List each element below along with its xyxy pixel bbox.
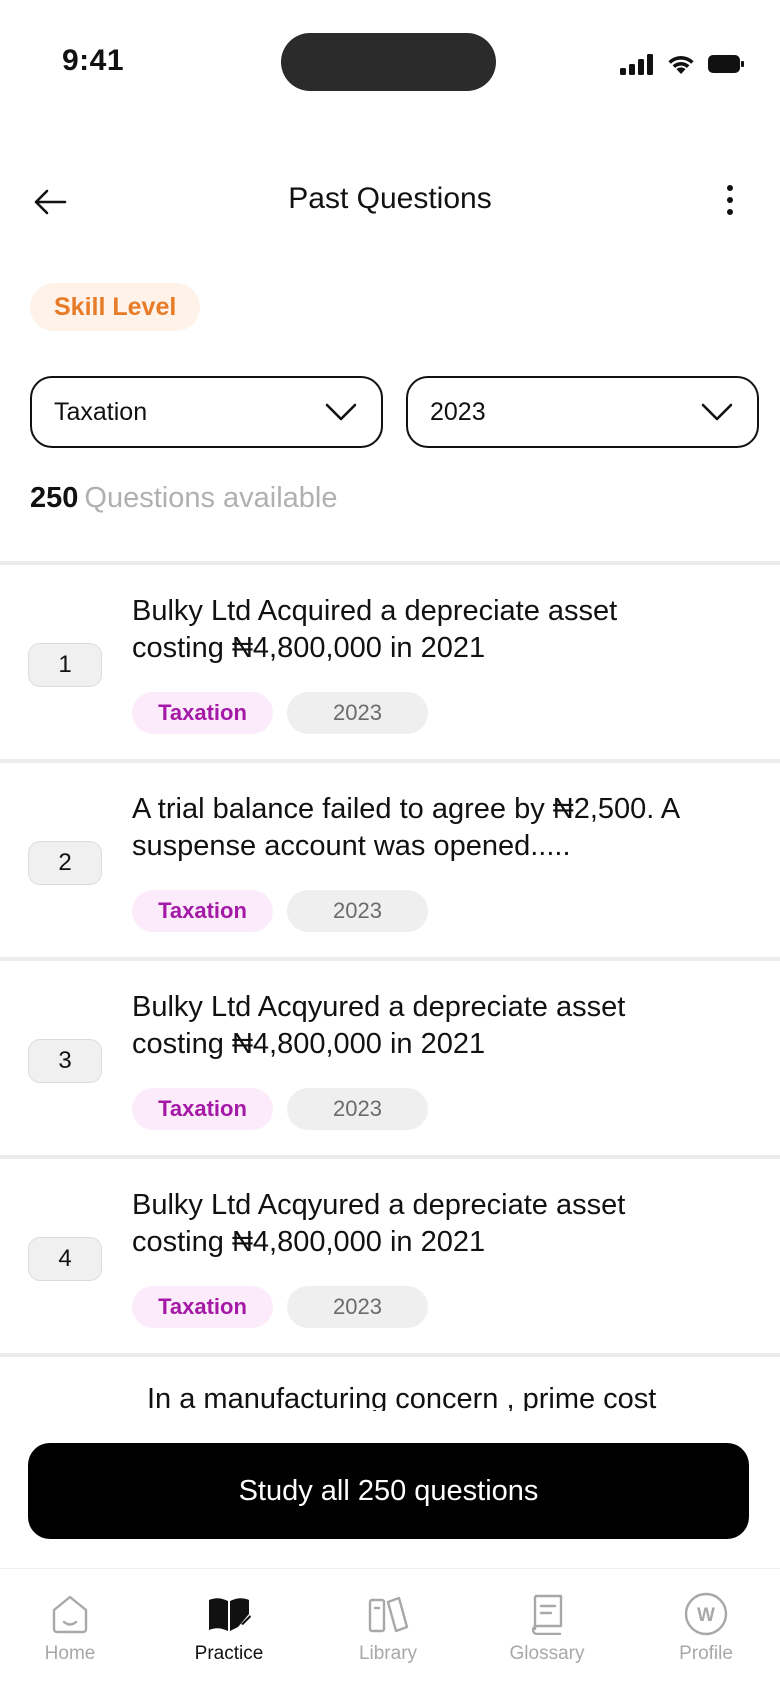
tab-label: Practice — [194, 1643, 264, 1664]
questions-count-number: 250 — [30, 482, 79, 514]
questions-count-text: Questions available — [84, 482, 338, 514]
more-options-button[interactable] — [720, 178, 740, 222]
tab-library[interactable]: Library — [323, 1569, 453, 1682]
tab-profile[interactable]: W Profile — [641, 1569, 771, 1682]
subject-tag: Taxation — [132, 890, 273, 932]
subject-dropdown[interactable]: Taxation — [30, 376, 383, 448]
year-tag: 2023 — [287, 1286, 428, 1328]
questions-list: 1 Bulky Ltd Acquired a depreciate asset … — [0, 561, 780, 1411]
questions-count: 250 Questions available — [30, 482, 338, 515]
question-text: In a manufacturing concern , prime cost — [147, 1383, 657, 1411]
glossary-icon — [531, 1594, 563, 1635]
subject-tag: Taxation — [132, 692, 273, 734]
home-icon — [52, 1595, 88, 1634]
question-item[interactable]: 2 A trial balance failed to agree by ₦2,… — [0, 763, 780, 957]
subject-dropdown-value: Taxation — [54, 397, 148, 426]
question-item[interactable]: 1 Bulky Ltd Acquired a depreciate asset … — [0, 565, 780, 759]
question-text: Bulky Ltd Acquired a depreciate asset co… — [132, 595, 618, 664]
year-dropdown-value: 2023 — [430, 397, 486, 426]
study-all-button[interactable]: Study all 250 questions — [28, 1443, 749, 1539]
question-text: Bulky Ltd Acqyured a depreciate asset co… — [132, 991, 626, 1060]
question-tags: Taxation 2023 — [132, 1286, 428, 1328]
question-tags: Taxation 2023 — [132, 890, 428, 932]
more-vertical-icon — [727, 185, 733, 215]
tab-label: Profile — [679, 1643, 733, 1664]
question-number: 3 — [28, 1039, 102, 1083]
tab-label: Library — [358, 1643, 418, 1664]
page-title: Past Questions — [288, 182, 492, 215]
question-number: 1 — [28, 643, 102, 687]
question-text: A trial balance failed to agree by ₦2,50… — [132, 793, 681, 862]
tab-practice[interactable]: Practice — [164, 1569, 294, 1682]
battery-icon — [708, 55, 744, 73]
avatar-letter: W — [697, 1605, 715, 1626]
year-tag: 2023 — [287, 1088, 428, 1130]
question-number: 2 — [28, 841, 102, 885]
tab-label: Glossary — [509, 1643, 585, 1664]
question-number: 4 — [28, 1237, 102, 1281]
question-item[interactable]: In a manufacturing concern , prime cost — [0, 1357, 780, 1411]
tab-glossary[interactable]: Glossary — [482, 1569, 612, 1682]
year-tag: 2023 — [287, 692, 428, 734]
year-dropdown[interactable]: 2023 — [406, 376, 759, 448]
wifi-icon — [668, 55, 694, 74]
subject-tag: Taxation — [132, 1088, 273, 1130]
skill-level-badge[interactable]: Skill Level — [30, 283, 201, 331]
tab-label: Home — [44, 1643, 96, 1664]
question-item[interactable]: 3 Bulky Ltd Acqyured a depreciate asset … — [0, 961, 780, 1155]
dynamic-island — [281, 33, 496, 91]
status-bar: 9:41 — [0, 0, 780, 130]
library-icon — [368, 1596, 409, 1633]
app-header: Past Questions — [0, 160, 780, 240]
skill-level-label: Skill Level — [54, 292, 177, 321]
status-icons — [620, 52, 744, 76]
chevron-down-icon — [325, 403, 357, 421]
question-tags: Taxation 2023 — [132, 1088, 428, 1130]
profile-icon: W — [684, 1592, 728, 1636]
question-text: Bulky Ltd Acqyured a depreciate asset co… — [132, 1189, 626, 1258]
book-open-icon — [209, 1598, 251, 1631]
tab-home[interactable]: Home — [5, 1569, 135, 1682]
question-item[interactable]: 4 Bulky Ltd Acqyured a depreciate asset … — [0, 1159, 780, 1353]
cellular-signal-icon — [620, 54, 653, 75]
status-time: 9:41 — [62, 44, 125, 77]
subject-tag: Taxation — [132, 1286, 273, 1328]
chevron-down-icon — [701, 403, 733, 421]
bottom-tab-bar: Home Practice Library Glossary W Profile — [0, 1568, 780, 1682]
question-tags: Taxation 2023 — [132, 692, 428, 734]
year-tag: 2023 — [287, 890, 428, 932]
